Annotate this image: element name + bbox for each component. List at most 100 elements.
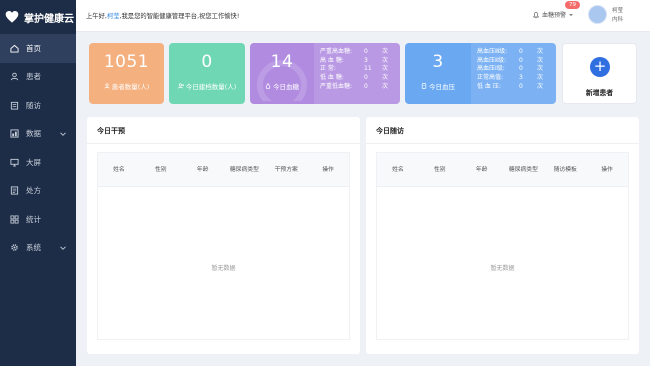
stat-value: 0 [364,82,368,90]
sidebar-item-bigscreen[interactable]: 大屏 [0,148,76,177]
alert-label: 血糖预警 [542,12,567,19]
brand: 掌护健康云 [0,0,76,34]
patient-count-card[interactable]: 1051 患者数量(人) [89,43,164,104]
sidebar-item-label: 大屏 [26,157,41,167]
greeting-prefix: 上午好, [86,13,107,20]
glucose-stats: 严重高血糖: 0 次 高 血 糖: 3 次 正 常: 11 次 低 血 糖: 0 次 严重低血糖… [320,48,388,92]
glucose-stat-row: 严重低血糖: 0 次 [320,83,388,92]
stat-unit: 次 [382,82,389,90]
column-header[interactable]: 操作 [586,153,628,186]
sidebar-item-patients[interactable]: 患者 [0,63,76,92]
user-name: 柯莹 [612,8,624,14]
followup-table: 姓名 性别 年龄 糖尿病类型 随访模板 操作 暂无数据 [376,152,629,340]
greeting-text: 上午好,柯莹,我是您的智能健康管理平台,祝您工作愉快! [86,11,239,20]
stat-unit: 次 [537,48,544,55]
monitor-icon [10,158,19,167]
column-header[interactable]: 操作 [307,153,349,186]
sidebar-item-prescription[interactable]: 处方 [0,177,76,206]
column-header[interactable]: 糖尿病类型 [223,153,265,186]
stat-value: 3 [364,56,368,64]
column-header[interactable]: 干预方案 [265,153,307,186]
table-header: 姓名 性别 年龄 糖尿病类型 随访模板 操作 [377,153,628,187]
bp-stats: 高血压Ⅲ级: 0 次 高血压Ⅱ级: 0 次 高血压Ⅰ级: 0 次 正常高值: 3 次 低 血 压… [477,48,543,92]
sidebar-item-label: 首页 [26,43,41,53]
stat-value: 0 [364,74,368,82]
greeting-user-name[interactable]: 柯莹 [107,13,120,20]
stat-unit: 次 [382,74,389,82]
sidebar-item-statistics[interactable]: 统计 [0,205,76,234]
patient-count-label: 患者数量(人) [89,81,164,91]
bp-gauge-icon [421,83,427,89]
bp-stat-row: 高血压Ⅲ级: 0 次 [477,48,543,57]
avatar[interactable] [588,5,607,24]
table-header: 姓名 性别 年龄 糖尿病类型 干预方案 操作 [98,153,349,187]
stat-unit: 次 [537,65,544,73]
bp-stats-panel: 高血压Ⅲ级: 0 次 高血压Ⅱ级: 0 次 高血压Ⅰ级: 0 次 正常高值: 3 次 低 血 压… [471,43,556,104]
stat-value: 0 [519,65,523,73]
stat-label: 正常高值: [477,74,504,82]
stat-value: 0 [519,48,523,55]
user-info[interactable]: 柯莹 内科 [612,7,623,25]
add-patient-card[interactable]: + 新增患者 [562,43,637,104]
glucose-today-card[interactable]: 14 今日血糖 严重高血糖: 0 次 高 血 糖: 3 次 正 常: 11 次 低 血 糖:… [250,43,400,104]
intervention-title: 今日干预 [97,127,125,135]
plus-icon[interactable]: + [590,57,610,77]
drop-icon [265,82,271,90]
empty-state-text: 暂无数据 [211,265,236,272]
sidebar-item-followup[interactable]: 随访 [0,91,76,120]
bp-today-summary: 3 今日血压 [405,43,471,104]
column-header[interactable]: 糖尿病类型 [502,153,544,186]
column-header[interactable]: 年龄 [461,153,503,186]
sidebar-item-system[interactable]: 系统 [0,234,76,263]
glucose-today-summary: 14 今日血糖 [250,43,314,104]
top-header: 上午好,柯莹,我是您的智能健康管理平台,祝您工作愉快! 血糖预警 79 柯莹 内… [76,0,650,32]
sidebar-item-label: 数据 [26,129,41,139]
patient-count-label-text: 患者数量(人) [111,83,150,91]
add-patient-label: 新增患者 [585,89,614,97]
stat-unit: 次 [537,74,544,82]
bp-stat-row: 正常高值: 3 次 [477,74,543,83]
clipboard-icon [10,101,19,110]
bp-today-value: 3 [432,52,444,72]
stat-label: 严重低血糖: [320,82,353,90]
glucose-today-label-text: 今日血糖 [273,83,300,91]
empty-state-text: 暂无数据 [490,265,515,272]
glucose-today-label: 今日血糖 [250,81,314,91]
caret-down-icon [569,13,574,16]
user-add-icon [177,83,184,89]
stat-value: 0 [519,56,523,64]
column-header[interactable]: 年龄 [182,153,224,186]
glucose-today-value: 14 [270,52,294,72]
bp-today-card[interactable]: 3 今日血压 高血压Ⅲ级: 0 次 高血压Ⅱ级: 0 次 高血压Ⅰ级: 0 次 正常高值: 3… [405,43,556,104]
patient-count-value: 1051 [103,52,150,72]
archive-today-label: 今日建档数量(人) [169,81,245,91]
sidebar-item-home[interactable]: 首页 [0,34,76,63]
column-header[interactable]: 姓名 [98,153,140,186]
archive-today-card[interactable]: 0 今日建档数量(人) [169,43,245,104]
sidebar-item-label: 处方 [26,186,41,196]
column-header[interactable]: 姓名 [377,153,419,186]
bp-stat-row: 低 血 压: 0 次 [477,83,543,92]
bp-today-label-text: 今日血压 [429,83,456,91]
stat-unit: 次 [382,48,389,55]
column-header[interactable]: 随访模板 [544,153,586,186]
stat-label: 高血压Ⅰ级: [477,65,505,73]
today-intervention-panel: 今日干预 姓名 性别 年龄 糖尿病类型 干预方案 操作 暂无数据 [87,117,360,354]
stat-value: 0 [364,48,368,55]
glucose-stat-row: 低 血 糖: 0 次 [320,74,388,83]
column-header[interactable]: 性别 [419,153,461,186]
sidebar-item-data[interactable]: 数据 [0,120,76,149]
app-root: 掌护健康云 首页 患者 随访 数据 大屏 处方 统计 系统 上午好,柯莹,我是您… [0,0,650,366]
glucose-alert-button[interactable]: 血糖预警 [532,10,574,19]
user-icon [10,72,19,81]
stat-label: 低 血 糖: [320,74,344,82]
column-header[interactable]: 性别 [140,153,182,186]
archive-today-value: 0 [201,52,213,72]
divider [366,143,639,144]
stat-value: 11 [364,65,372,73]
glucose-stat-row: 正 常: 11 次 [320,65,388,74]
stat-label: 严重高血糖: [320,48,353,55]
sidebar-item-label: 患者 [26,72,41,82]
bp-today-label: 今日血压 [405,81,471,91]
stat-label: 高血压Ⅲ级: [477,48,508,55]
